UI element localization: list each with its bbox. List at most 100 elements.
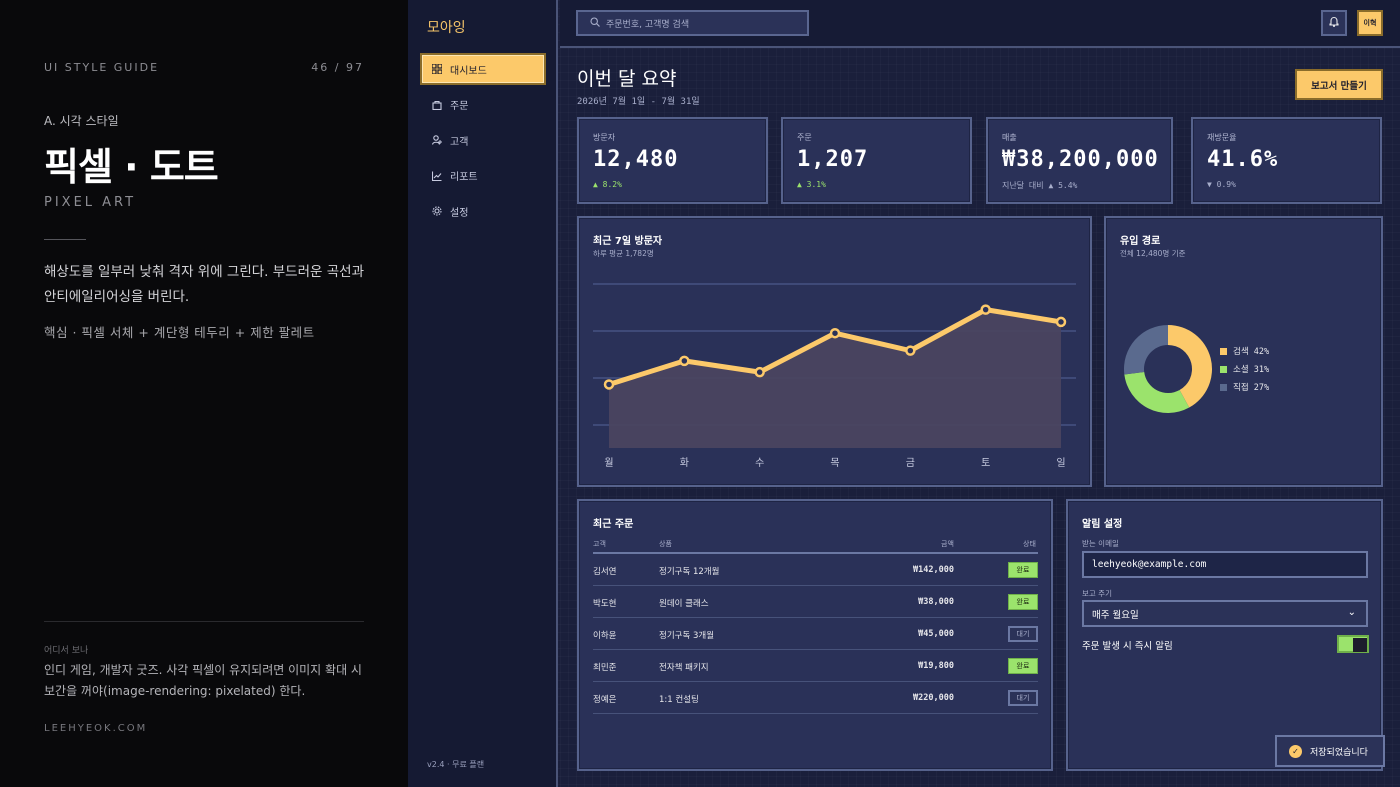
cell-product: 전자책 패키지 <box>659 663 709 673</box>
sidebar: 모아잉 대시보드 주문 고객 리포트 설정 v2.4 · 무료 플랜 <box>408 0 558 787</box>
dashboard-app: 모아잉 대시보드 주문 고객 리포트 설정 v2.4 · 무료 플랜 주문번호,… <box>408 0 1400 787</box>
kpi-change: ▲ 3.1% <box>797 180 826 189</box>
status-badge: 완료 <box>1008 594 1038 610</box>
table-row[interactable]: 이하윤 정기구독 3개월 ₩45,000 대기 <box>593 618 1038 650</box>
kpi-value: 41.6% <box>1207 147 1279 172</box>
guide-key-points: 핵심 · 픽셀 서체 + 계단형 테두리 + 제한 팔레트 <box>44 325 315 340</box>
search-placeholder: 주문번호, 고객명 검색 <box>606 19 690 30</box>
kpi-change: ▼ 0.9% <box>1207 180 1236 189</box>
sidebar-item-dashboard[interactable]: 대시보드 <box>420 53 546 85</box>
cell-product: 1:1 컨설팅 <box>659 695 699 705</box>
legend-item: 검색 42% <box>1220 345 1269 357</box>
card-title: 알림 설정 <box>1082 519 1123 530</box>
column-header-amount: 금액 <box>941 540 954 548</box>
x-tick-label: 화 <box>680 457 689 469</box>
toast-message: 저장되었습니다 <box>1310 747 1368 758</box>
data-point[interactable] <box>1055 316 1067 328</box>
kpi-card-return-rate: 재방문율 41.6% ▼ 0.9% <box>1191 117 1382 204</box>
legend-item: 소셜 31% <box>1220 363 1269 375</box>
data-point[interactable] <box>603 379 615 390</box>
sidebar-item-settings[interactable]: 설정 <box>420 195 546 227</box>
kpi-label: 주문 <box>797 133 812 142</box>
visitors-area-chart: 월화수목금토일 <box>593 283 1076 469</box>
data-point[interactable] <box>905 345 916 356</box>
brand-logo[interactable]: 모아잉 <box>427 17 466 37</box>
cell-customer: 이하윤 <box>593 631 617 641</box>
table-row[interactable]: 최민준 전자책 패키지 ₩19,800 완료 <box>593 650 1038 682</box>
kpi-change-value: ▲ 5.4% <box>1048 181 1078 190</box>
legend-label: 직접 27% <box>1233 383 1270 393</box>
check-icon: ✓ <box>1289 744 1302 758</box>
kpi-card-orders: 주문 1,207 ▲ 3.1% <box>781 117 972 204</box>
cell-amount: ₩45,000 <box>918 629 954 639</box>
kpi-card-revenue: 매출 ₩38,200,000 지난달 대비 ▲ 5.4% <box>986 117 1173 204</box>
guide-header: UI STYLE GUIDE 46 / 97 <box>44 61 364 74</box>
legend-item: 직접 27% <box>1220 381 1269 393</box>
data-point[interactable] <box>679 355 690 367</box>
status-badge: 대기 <box>1008 690 1038 706</box>
x-tick-label: 금 <box>906 457 915 469</box>
legend-swatch <box>1220 365 1227 373</box>
column-header-status: 상태 <box>1023 540 1036 548</box>
gear-icon <box>432 206 442 216</box>
x-tick-label: 수 <box>755 457 764 469</box>
search-input[interactable]: 주문번호, 고객명 검색 <box>576 10 809 36</box>
x-tick-label: 월 <box>604 457 613 469</box>
search-icon <box>590 16 600 30</box>
x-tick-label: 목 <box>830 457 839 469</box>
email-field[interactable]: leehyeok@example.com <box>1082 551 1368 578</box>
cell-customer: 정예은 <box>593 695 617 705</box>
divider <box>44 239 86 240</box>
x-tick-label: 토 <box>981 458 990 469</box>
style-guide-panel: UI STYLE GUIDE 46 / 97 A. 시각 스타일 픽셀 · 도트… <box>0 0 408 787</box>
email-label: 받는 이메일 <box>1082 539 1119 548</box>
data-point[interactable] <box>980 304 991 315</box>
legend-label: 검색 42% <box>1233 347 1270 357</box>
visitors-chart-card: 최근 7일 방문자 하루 평균 1,782명 월화수목금토일 <box>577 216 1092 487</box>
data-point[interactable] <box>829 327 841 339</box>
data-point[interactable] <box>754 366 765 378</box>
bell-icon <box>1329 16 1339 30</box>
sidebar-item-label: 주문 <box>450 101 469 112</box>
cell-customer: 김서연 <box>593 567 617 577</box>
sidebar-item-orders[interactable]: 주문 <box>420 89 546 121</box>
kpi-value: ₩38,200,000 <box>1002 147 1159 172</box>
kpi-change-prefix: 지난달 대비 <box>1002 181 1044 190</box>
cycle-label: 보고 주기 <box>1082 589 1112 598</box>
x-tick-label: 일 <box>1056 457 1065 469</box>
kpi-card-visitors: 방문자 12,480 ▲ 8.2% <box>577 117 768 204</box>
traffic-donut-chart <box>1124 325 1212 413</box>
notification-button[interactable] <box>1321 10 1347 36</box>
table-row[interactable]: 정예은 1:1 컨설팅 ₩220,000 대기 <box>593 682 1038 714</box>
toggle-knob <box>1353 638 1367 652</box>
legend-swatch <box>1220 347 1227 355</box>
guide-site-link[interactable]: LEEHYEOK.COM <box>44 723 147 734</box>
avatar[interactable]: 이혁 <box>1357 10 1383 36</box>
pie-slice[interactable] <box>1124 325 1168 375</box>
cell-product: 정기구독 12개월 <box>659 567 720 577</box>
sidebar-item-reports[interactable]: 리포트 <box>420 160 546 192</box>
chevron-down-icon: ⌄ <box>1347 607 1356 618</box>
guide-where-label: 어디서 보나 <box>44 646 89 656</box>
report-cycle-select[interactable]: 매주 월요일 ⌄ <box>1082 600 1368 627</box>
instant-alert-toggle[interactable] <box>1337 635 1369 653</box>
create-report-button[interactable]: 보고서 만들기 <box>1295 69 1383 100</box>
orders-card: 최근 주문 고객 상품 금액 상태 김서연 정기구독 12개월 ₩142,000 완료… <box>577 499 1053 771</box>
cell-product: 정기구독 3개월 <box>659 631 715 641</box>
sidebar-item-label: 고객 <box>450 136 469 148</box>
guide-section: A. 시각 스타일 <box>44 114 119 128</box>
guide-where-text: 인디 게임, 개발자 굿즈. 사각 픽셀이 유지되려면 이미지 확대 시 보간을… <box>44 663 362 698</box>
user-icon <box>431 135 442 145</box>
cell-product: 원데이 클래스 <box>659 599 709 609</box>
date-range: 2026년 7월 1일 - 7월 31일 <box>577 97 700 107</box>
cell-amount: ₩142,000 <box>913 565 954 575</box>
pie-slice[interactable] <box>1124 372 1190 413</box>
sidebar-item-customers[interactable]: 고객 <box>420 124 546 156</box>
divider <box>44 621 364 622</box>
chart-icon <box>431 171 442 181</box>
table-row[interactable]: 김서연 정기구독 12개월 ₩142,000 완료 <box>593 554 1038 586</box>
cell-customer: 최민준 <box>593 663 617 673</box>
status-badge: 완료 <box>1008 562 1038 578</box>
table-row[interactable]: 박도현 원데이 클래스 ₩38,000 완료 <box>593 586 1038 618</box>
card-title: 최근 주문 <box>593 519 634 530</box>
